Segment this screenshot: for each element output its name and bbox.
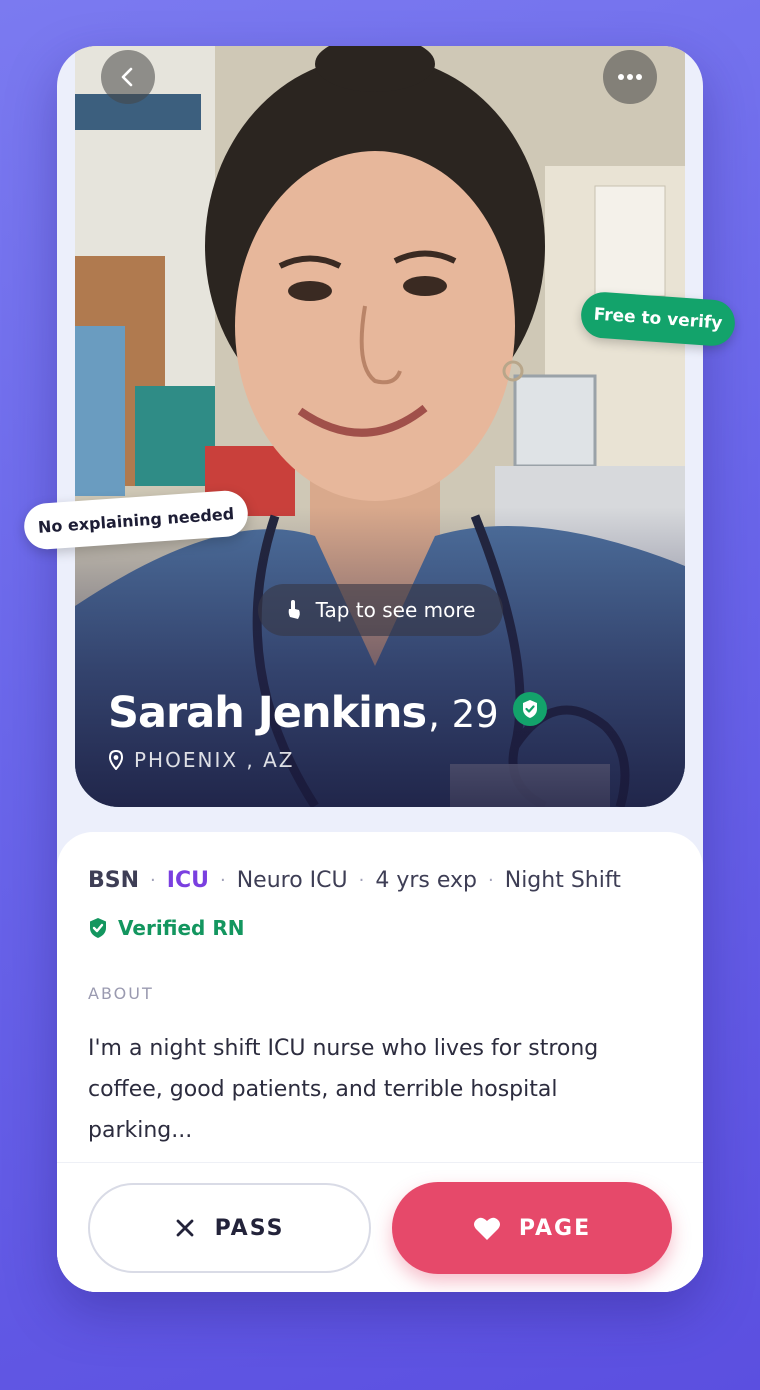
location-label: PHOENIX , AZ <box>134 748 295 772</box>
page-label: PAGE <box>518 1215 592 1241</box>
tag-separator: · <box>219 870 226 891</box>
chevron-left-icon <box>121 67 133 87</box>
tag-unit: ICU <box>166 868 209 893</box>
verified-rn-label: Verified RN <box>118 916 245 940</box>
tag-shift: Night Shift <box>504 868 621 893</box>
tag-separator: · <box>150 870 156 891</box>
verified-rn-status: Verified RN <box>88 916 244 940</box>
more-options-button[interactable] <box>603 50 657 104</box>
tap-hint-label: Tap to see more <box>315 598 476 622</box>
tag-experience: 4 yrs exp <box>375 868 477 893</box>
name-age-row: Sarah Jenkins , 29 <box>108 688 547 738</box>
profile-photo[interactable]: Tap to see more Sarah Jenkins , 29 PHOEN… <box>75 46 685 807</box>
verified-shield-icon <box>90 918 106 938</box>
tag-degree: BSN <box>88 868 140 893</box>
verified-shield-icon <box>512 692 547 726</box>
more-horizontal-icon <box>618 74 642 80</box>
credentials-tags: BSN · ICU · Neuro ICU · 4 yrs exp · Nigh… <box>88 868 621 893</box>
action-bar: PASS PAGE <box>57 1162 703 1292</box>
location-pin-icon <box>108 750 124 770</box>
heart-icon <box>473 1217 500 1240</box>
about-heading: ABOUT <box>88 984 154 1003</box>
profile-name: Sarah Jenkins <box>108 688 427 738</box>
close-icon <box>176 1219 193 1237</box>
tap-hand-icon <box>288 600 300 619</box>
location-row: PHOENIX , AZ <box>108 748 295 772</box>
tag-specialty: Neuro ICU <box>236 868 348 893</box>
about-text: I'm a night shift ICU nurse who lives fo… <box>88 1036 599 1143</box>
back-button[interactable] <box>101 50 155 104</box>
tap-to-see-more-hint[interactable]: Tap to see more <box>258 584 503 636</box>
profile-age: , 29 <box>428 693 499 736</box>
tag-separator: · <box>488 870 494 891</box>
pass-button[interactable]: PASS <box>88 1183 371 1273</box>
page-button[interactable]: PAGE <box>392 1182 672 1274</box>
profile-card[interactable]: Tap to see more Sarah Jenkins , 29 PHOEN… <box>57 46 703 1292</box>
pass-label: PASS <box>214 1215 285 1241</box>
tag-separator: · <box>358 870 365 891</box>
